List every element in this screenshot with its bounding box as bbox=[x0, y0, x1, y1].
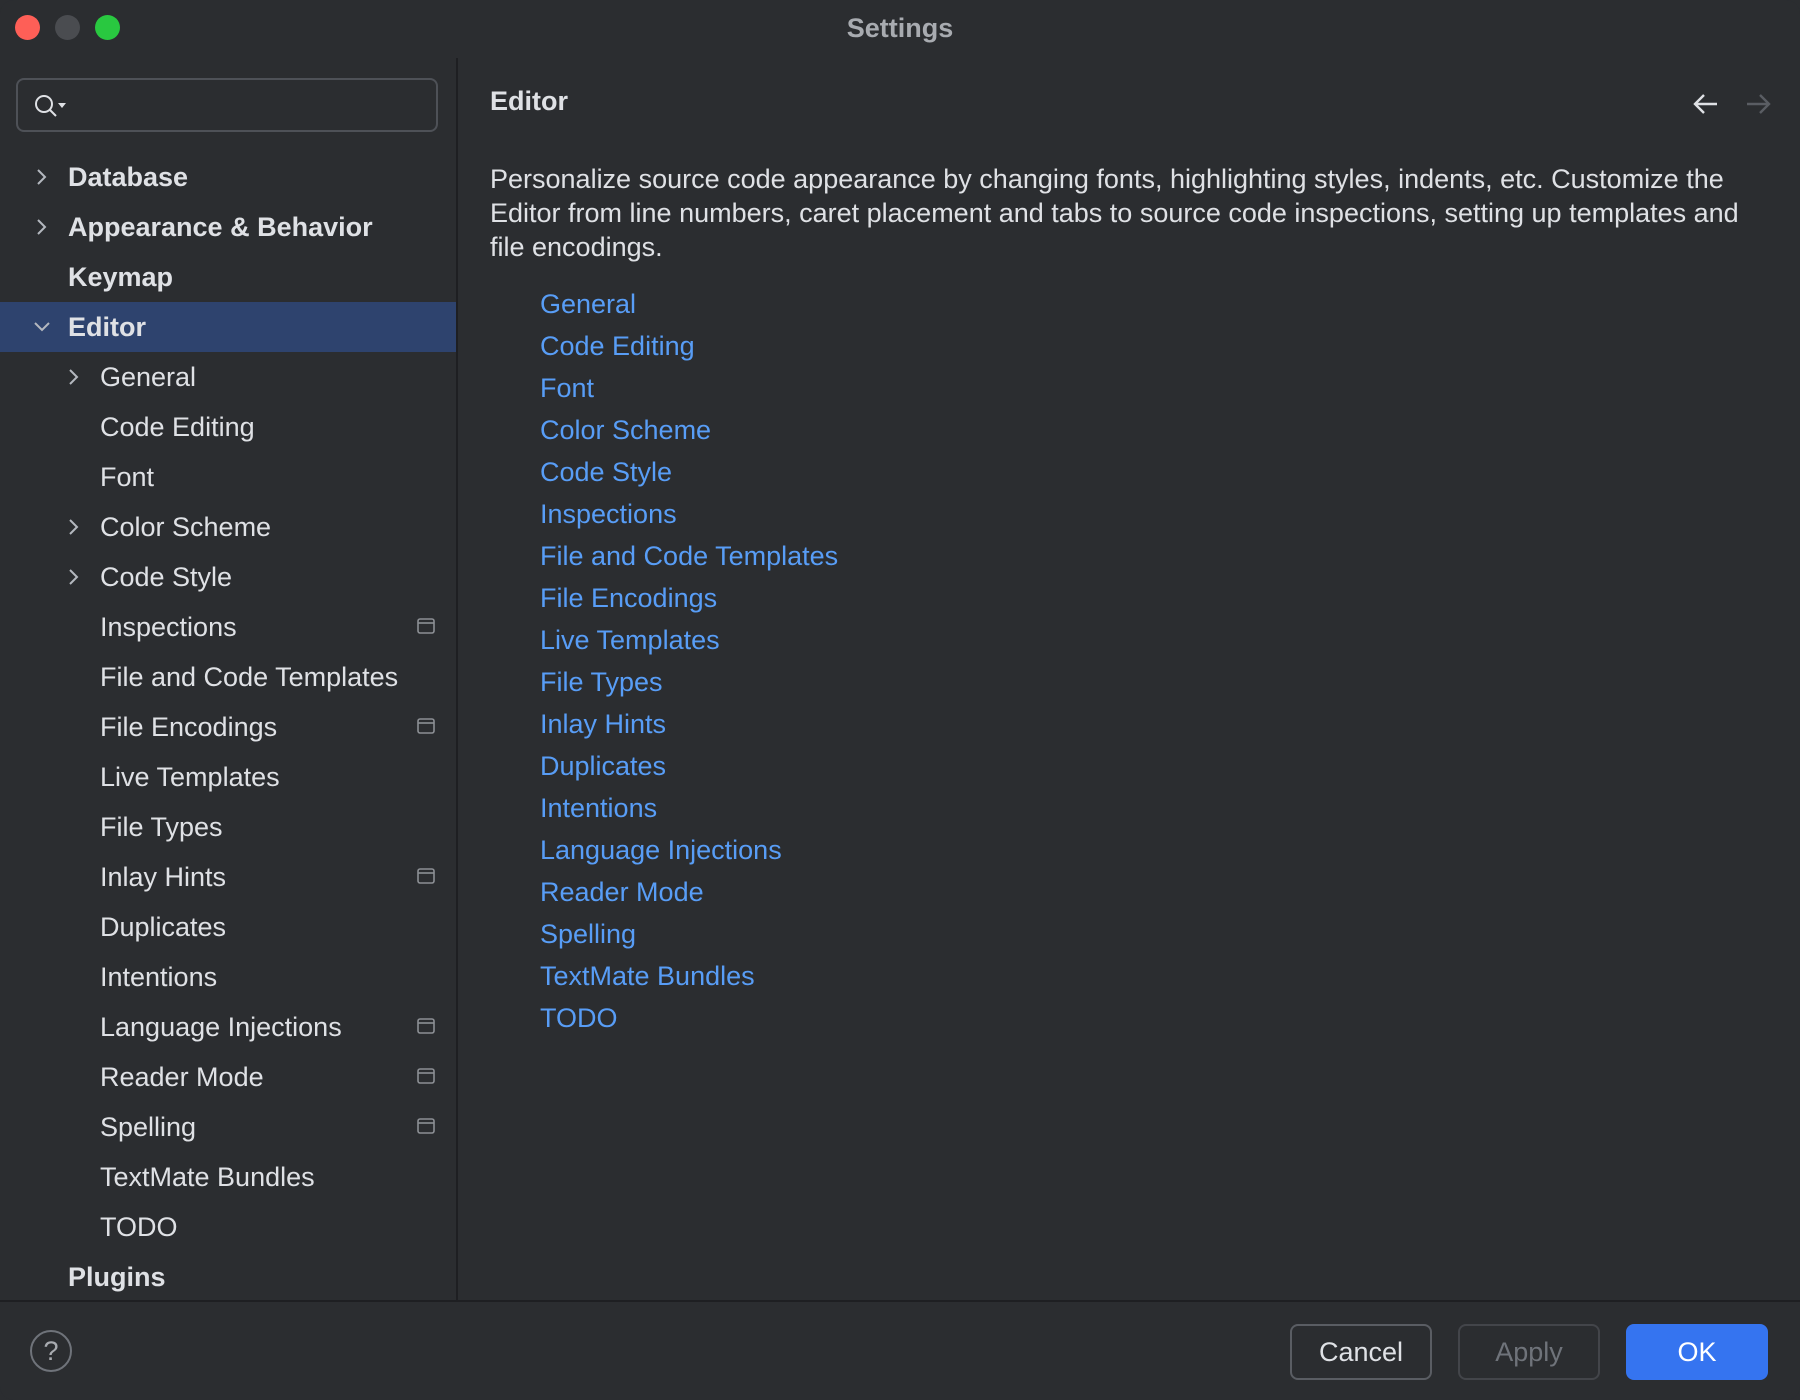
sidebar-item-label: Code Editing bbox=[100, 412, 255, 442]
link-code-editing[interactable]: Code Editing bbox=[540, 331, 695, 362]
sidebar-item-general[interactable]: General bbox=[0, 352, 456, 402]
link-file-encodings[interactable]: File Encodings bbox=[540, 583, 717, 614]
link-spelling[interactable]: Spelling bbox=[540, 919, 636, 950]
sidebar-item-label: Color Scheme bbox=[100, 512, 272, 542]
link-file-types[interactable]: File Types bbox=[540, 667, 663, 698]
sidebar-item-label: Intentions bbox=[100, 962, 218, 992]
sidebar-item-label: Duplicates bbox=[100, 912, 227, 942]
sidebar-item-label: Inlay Hints bbox=[100, 862, 227, 892]
sidebar-item-code-editing[interactable]: Code Editing bbox=[0, 402, 456, 452]
dialog-button-bar: ? Cancel Apply OK bbox=[0, 1300, 1800, 1400]
sidebar-item-reader-mode[interactable]: Reader Mode bbox=[0, 1052, 456, 1102]
search-input[interactable] bbox=[16, 78, 438, 132]
sidebar-item-language-injections[interactable]: Language Injections bbox=[0, 1002, 456, 1052]
sidebar-item-label: Font bbox=[100, 462, 155, 492]
sidebar-item-inspections[interactable]: Inspections bbox=[0, 602, 456, 652]
sidebar-item-appearance-behavior[interactable]: Appearance & Behavior bbox=[0, 202, 456, 252]
ok-button[interactable]: OK bbox=[1626, 1324, 1768, 1380]
sidebar-item-code-style[interactable]: Code Style bbox=[0, 552, 456, 602]
sidebar-item-textmate-bundles[interactable]: TextMate Bundles bbox=[0, 1152, 456, 1202]
sidebar-item-label: TextMate Bundles bbox=[100, 1162, 315, 1192]
link-file-and-code-templates[interactable]: File and Code Templates bbox=[540, 541, 838, 572]
sidebar-item-label: Live Templates bbox=[100, 762, 280, 792]
apply-button[interactable]: Apply bbox=[1458, 1324, 1600, 1380]
link-duplicates[interactable]: Duplicates bbox=[540, 751, 666, 782]
sidebar-item-label: Spelling bbox=[100, 1112, 197, 1142]
link-todo[interactable]: TODO bbox=[540, 1003, 618, 1034]
link-inlay-hints[interactable]: Inlay Hints bbox=[540, 709, 666, 740]
sidebar-item-plugins[interactable]: Plugins bbox=[0, 1252, 456, 1302]
sidebar-item-label: Language Injections bbox=[100, 1012, 342, 1042]
chevron-right-icon[interactable] bbox=[64, 567, 84, 587]
sidebar-item-label: Keymap bbox=[68, 262, 174, 292]
help-button[interactable]: ? bbox=[30, 1330, 72, 1372]
link-color-scheme[interactable]: Color Scheme bbox=[540, 415, 711, 446]
sidebar-item-duplicates[interactable]: Duplicates bbox=[0, 902, 456, 952]
sidebar-item-label: Inspections bbox=[100, 612, 237, 642]
project-level-icon bbox=[417, 868, 435, 884]
chevron-down-icon[interactable] bbox=[32, 317, 52, 337]
sidebar-item-label: Database bbox=[68, 162, 189, 192]
sidebar-item-label: File Types bbox=[100, 812, 223, 842]
project-level-icon bbox=[417, 718, 435, 734]
sidebar-item-file-and-code-templates[interactable]: File and Code Templates bbox=[0, 652, 456, 702]
link-live-templates[interactable]: Live Templates bbox=[540, 625, 720, 656]
sidebar-item-color-scheme[interactable]: Color Scheme bbox=[0, 502, 456, 552]
project-level-icon bbox=[417, 1018, 435, 1034]
page-title: Editor bbox=[490, 86, 568, 116]
project-level-icon bbox=[417, 1068, 435, 1084]
sidebar-item-label: Code Style bbox=[100, 562, 233, 592]
chevron-right-icon[interactable] bbox=[64, 517, 84, 537]
chevron-right-icon[interactable] bbox=[64, 367, 84, 387]
sidebar-item-file-types[interactable]: File Types bbox=[0, 802, 456, 852]
editor-settings-panel: Editor Personalize source code appearanc… bbox=[458, 58, 1800, 1300]
sidebar-item-editor[interactable]: Editor bbox=[0, 302, 456, 352]
cancel-button[interactable]: Cancel bbox=[1290, 1324, 1432, 1380]
sidebar-item-intentions[interactable]: Intentions bbox=[0, 952, 456, 1002]
back-arrow-icon[interactable] bbox=[1692, 92, 1720, 116]
sidebar-item-label: General bbox=[100, 362, 197, 392]
sidebar-item-font[interactable]: Font bbox=[0, 452, 456, 502]
project-level-icon bbox=[417, 1118, 435, 1134]
link-textmate-bundles[interactable]: TextMate Bundles bbox=[540, 961, 755, 992]
title-bar: Settings bbox=[0, 0, 1800, 56]
search-icon bbox=[35, 95, 66, 117]
chevron-right-icon[interactable] bbox=[32, 167, 52, 187]
sidebar-item-label: TODO bbox=[100, 1212, 178, 1242]
sidebar-item-label: File and Code Templates bbox=[100, 662, 399, 692]
window-title: Settings bbox=[846, 13, 954, 43]
sidebar-item-label: Editor bbox=[68, 312, 146, 342]
link-general[interactable]: General bbox=[540, 289, 636, 320]
editor-description: Personalize source code appearance by ch… bbox=[490, 164, 1739, 262]
link-language-injections[interactable]: Language Injections bbox=[540, 835, 782, 866]
sidebar-item-label: File Encodings bbox=[100, 712, 278, 742]
sidebar-item-live-templates[interactable]: Live Templates bbox=[0, 752, 456, 802]
sidebar-item-spelling[interactable]: Spelling bbox=[0, 1102, 456, 1152]
chevron-right-icon[interactable] bbox=[32, 217, 52, 237]
sidebar-item-inlay-hints[interactable]: Inlay Hints bbox=[0, 852, 456, 902]
link-intentions[interactable]: Intentions bbox=[540, 793, 657, 824]
settings-sidebar: Database Appearance & Behavior Keymap Edito… bbox=[0, 58, 458, 1300]
sidebar-item-todo[interactable]: TODO bbox=[0, 1202, 456, 1252]
sidebar-item-label: Plugins bbox=[68, 1262, 166, 1292]
settings-window: Settings Database Appearance & Behavior Ke… bbox=[0, 0, 1800, 1400]
link-inspections[interactable]: Inspections bbox=[540, 499, 677, 530]
sidebar-item-label: Reader Mode bbox=[100, 1062, 264, 1092]
project-level-icon bbox=[417, 618, 435, 634]
link-font[interactable]: Font bbox=[540, 373, 594, 404]
link-code-style[interactable]: Code Style bbox=[540, 457, 672, 488]
forward-arrow-icon[interactable] bbox=[1744, 92, 1772, 116]
sidebar-item-keymap[interactable]: Keymap bbox=[0, 252, 456, 302]
sidebar-item-file-encodings[interactable]: File Encodings bbox=[0, 702, 456, 752]
sidebar-item-label: Appearance & Behavior bbox=[68, 212, 373, 242]
link-reader-mode[interactable]: Reader Mode bbox=[540, 877, 704, 908]
sidebar-item-database[interactable]: Database bbox=[0, 152, 456, 202]
